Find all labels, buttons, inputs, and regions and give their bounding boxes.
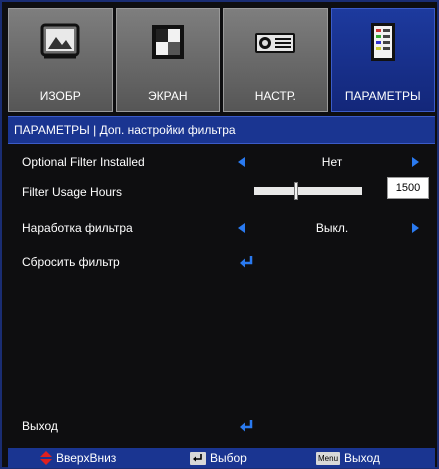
usage-hours-row: Filter Usage Hours 1500 <box>22 177 432 202</box>
right-arrow-icon[interactable] <box>412 157 419 167</box>
tab-settings-label: НАСТР. <box>254 89 296 103</box>
tab-screen[interactable]: ЭКРАН <box>115 8 220 112</box>
footer-select: Выбор <box>190 448 247 468</box>
reminder-label: Наработка фильтра <box>22 221 133 235</box>
usage-hours-value: 1500 <box>387 177 429 199</box>
left-arrow-icon[interactable] <box>238 223 245 233</box>
menu-key-icon: Menu <box>316 451 341 465</box>
screen-icon <box>151 25 184 59</box>
tab-settings[interactable]: НАСТР. <box>223 8 328 112</box>
up-down-icon <box>40 451 52 465</box>
reminder-row[interactable]: Наработка фильтра Выкл. <box>22 218 432 238</box>
slider-knob <box>293 182 298 200</box>
enter-icon[interactable] <box>239 255 255 269</box>
reminder-value: Выкл. <box>315 221 349 235</box>
tab-screen-label: ЭКРАН <box>148 89 188 103</box>
image-icon <box>40 23 80 59</box>
footer-updown-label: ВверхВниз <box>56 451 117 465</box>
reset-filter-row[interactable]: Сбросить фильтр <box>22 252 432 272</box>
usage-hours-label: Filter Usage Hours <box>22 185 123 199</box>
filter-installed-label: Optional Filter Installed <box>22 155 145 169</box>
page-title: ПАРАМЕТРЫ | Доп. настройки фильтра <box>8 116 435 144</box>
usage-hours-slider <box>254 182 362 200</box>
left-arrow-icon[interactable] <box>238 157 245 167</box>
enter-icon[interactable] <box>239 419 255 433</box>
exit-row[interactable]: Выход <box>22 416 432 436</box>
tab-options-label: ПАРАМЕТРЫ <box>344 89 421 103</box>
footer-select-label: Выбор <box>210 451 247 465</box>
footer-updown: ВверхВниз <box>40 448 116 468</box>
filter-installed-row[interactable]: Optional Filter Installed Нет <box>22 152 432 172</box>
exit-label: Выход <box>22 419 58 433</box>
projector-icon <box>255 33 296 53</box>
tab-options[interactable]: ПАРАМЕТРЫ <box>330 8 435 112</box>
enter-key-icon <box>190 451 206 465</box>
osd-menu: ИЗОБР ЭКРАН НАСТР. ПАРАМЕТРЫ ПАРАМЕТРЫ |… <box>0 0 439 469</box>
right-arrow-icon[interactable] <box>412 223 419 233</box>
footer-exit: Menu Выход <box>316 448 380 468</box>
options-icon <box>370 23 395 61</box>
tab-image-label: ИЗОБР <box>39 89 81 103</box>
reset-filter-label: Сбросить фильтр <box>22 255 120 269</box>
footer-bar: ВверхВниз Выбор Menu Выход <box>8 448 435 468</box>
menu-tabs: ИЗОБР ЭКРАН НАСТР. ПАРАМЕТРЫ <box>8 8 435 112</box>
tab-image[interactable]: ИЗОБР <box>8 8 113 112</box>
filter-installed-value: Нет <box>321 155 343 169</box>
footer-exit-label: Выход <box>344 451 380 465</box>
